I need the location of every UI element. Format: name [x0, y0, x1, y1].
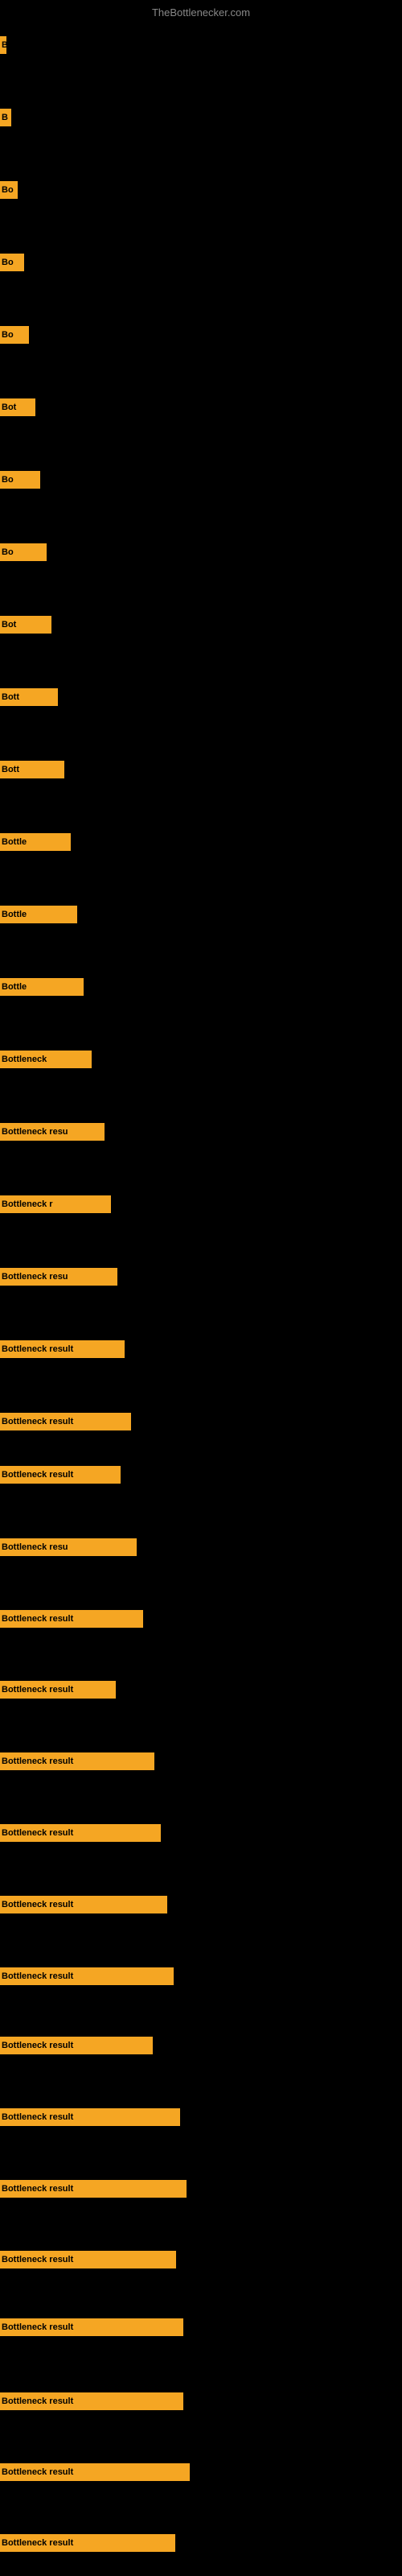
- bar-item: Bottleneck resu: [0, 1268, 117, 1286]
- bar-item: Bottleneck resu: [0, 1123, 105, 1141]
- bar-item: Bo: [0, 326, 29, 344]
- bar-item: Bot: [0, 616, 51, 634]
- bar-item: Bottleneck result: [0, 1413, 131, 1430]
- bar-item: Bottleneck result: [0, 2108, 180, 2126]
- bar-item: Bottle: [0, 978, 84, 996]
- bar-item: Bottleneck result: [0, 2318, 183, 2336]
- bar-item: Bottleneck result: [0, 1967, 174, 1985]
- bar-item: Bottleneck result: [0, 2392, 183, 2410]
- bar-item: Bottleneck result: [0, 1681, 116, 1699]
- bar-item: Bottleneck r: [0, 1195, 111, 1213]
- bar-item: Bo: [0, 254, 24, 271]
- bar-item: Bottle: [0, 833, 71, 851]
- bar-item: Bo: [0, 471, 40, 489]
- bar-item: Bottleneck result: [0, 2463, 190, 2481]
- bar-item: B: [0, 36, 6, 54]
- bar-item: Bo: [0, 181, 18, 199]
- bar-item: Bo: [0, 543, 47, 561]
- bar-item: Bot: [0, 398, 35, 416]
- bar-item: Bott: [0, 688, 58, 706]
- bar-item: Bottleneck resu: [0, 1538, 137, 1556]
- bar-item: Bottleneck result: [0, 1610, 143, 1628]
- bar-item: Bottleneck result: [0, 1466, 121, 1484]
- bar-item: Bottleneck result: [0, 2180, 187, 2198]
- bar-item: Bottleneck result: [0, 1340, 125, 1358]
- bar-item: Bottleneck result: [0, 1824, 161, 1842]
- bar-item: Bottleneck result: [0, 1752, 154, 1770]
- bar-item: Bott: [0, 761, 64, 778]
- bar-item: B: [0, 109, 11, 126]
- bar-item: Bottleneck result: [0, 2534, 175, 2552]
- bar-item: Bottleneck result: [0, 1896, 167, 1913]
- bar-item: Bottleneck: [0, 1051, 92, 1068]
- site-title: TheBottlenecker.com: [152, 6, 250, 19]
- bar-item: Bottleneck result: [0, 2037, 153, 2054]
- bar-item: Bottleneck result: [0, 2251, 176, 2268]
- bar-item: Bottle: [0, 906, 77, 923]
